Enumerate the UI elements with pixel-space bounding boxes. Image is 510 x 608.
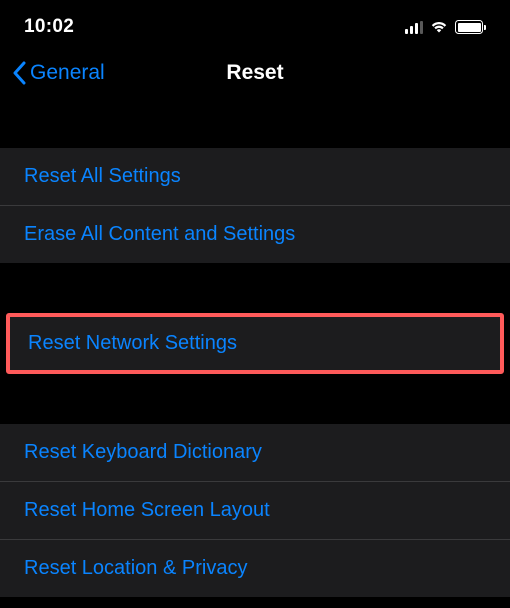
- status-bar: 10:02: [0, 0, 510, 50]
- reset-network-settings[interactable]: Reset Network Settings: [6, 313, 504, 374]
- chevron-left-icon: [12, 61, 26, 85]
- highlight-annotation: Reset Network Settings: [0, 307, 510, 380]
- status-icons: [405, 20, 487, 34]
- nav-bar: General Reset: [0, 50, 510, 100]
- section-gap: [0, 263, 510, 307]
- status-time: 10:02: [24, 16, 74, 38]
- section-gap: [0, 380, 510, 424]
- back-label: General: [30, 61, 105, 85]
- cellular-signal-icon: [405, 21, 424, 34]
- erase-all-content[interactable]: Erase All Content and Settings: [0, 206, 510, 263]
- reset-keyboard-dictionary[interactable]: Reset Keyboard Dictionary: [0, 424, 510, 482]
- wifi-icon: [429, 20, 449, 34]
- reset-all-settings[interactable]: Reset All Settings: [0, 148, 510, 206]
- reset-group-1: Reset All Settings Erase All Content and…: [0, 148, 510, 263]
- reset-location-privacy[interactable]: Reset Location & Privacy: [0, 540, 510, 597]
- battery-icon: [455, 20, 486, 34]
- reset-group-2: Reset Keyboard Dictionary Reset Home Scr…: [0, 424, 510, 597]
- page-title: Reset: [226, 61, 283, 85]
- section-gap: [0, 100, 510, 148]
- back-button[interactable]: General: [12, 61, 105, 85]
- reset-home-screen-layout[interactable]: Reset Home Screen Layout: [0, 482, 510, 540]
